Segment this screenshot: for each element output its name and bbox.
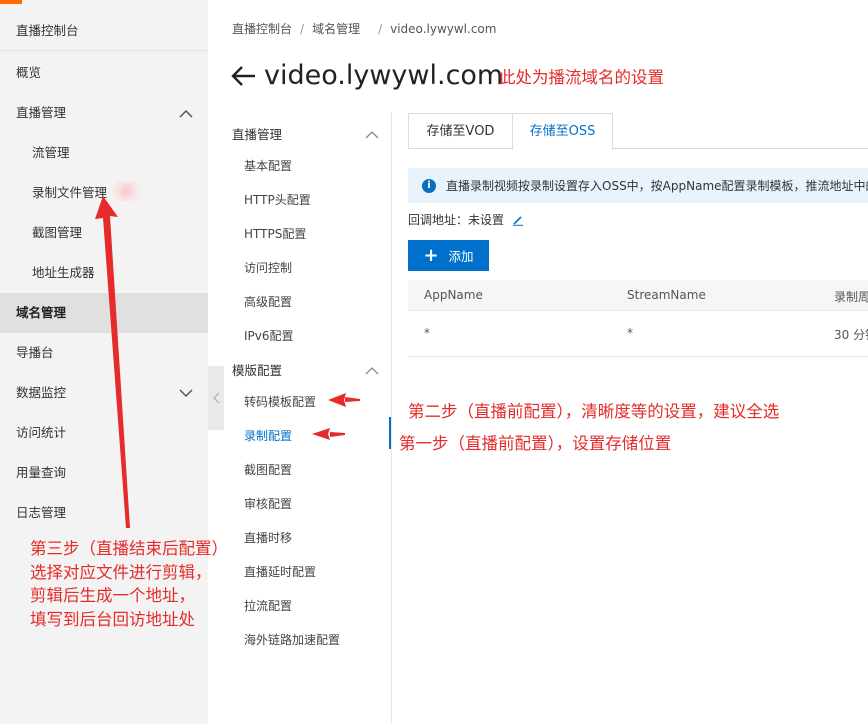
breadcrumb-separator: /	[378, 22, 383, 36]
sidebar-item-access-stats[interactable]: 访问统计	[0, 413, 208, 453]
sidebar-item-stream-management[interactable]: 流管理	[0, 133, 208, 173]
cell-appname: *	[424, 326, 430, 340]
sidebar-item-label: 直播管理	[16, 105, 67, 120]
chevron-up-icon	[178, 93, 194, 133]
step3-line: 选择对应文件进行剪辑，	[30, 562, 212, 582]
config-nav: 直播管理 基本配置 HTTP头配置 HTTPS配置 访问控制 高级配置 IPv6…	[224, 112, 392, 724]
column-header-record-period: 录制周	[834, 290, 868, 304]
nav-item-pull-stream[interactable]: 拉流配置	[244, 597, 292, 614]
brand-bar	[0, 0, 22, 4]
nav-item-review-config[interactable]: 审核配置	[244, 495, 292, 512]
tab-store-oss[interactable]: 存储至OSS	[512, 113, 613, 150]
page-title: video.lywywl.com	[264, 60, 504, 91]
tab-store-vod[interactable]: 存储至VOD	[408, 113, 513, 149]
pencil-icon[interactable]	[512, 214, 524, 226]
column-header-streamname: StreamName	[627, 288, 706, 302]
title-annotation: 此处为播流域名的设置	[499, 68, 664, 87]
nav-item-access-control[interactable]: 访问控制	[244, 259, 292, 276]
step3-line: 第三步（直播结束后配置）	[30, 539, 228, 558]
nav-item-overseas-acceleration[interactable]: 海外链路加速配置	[244, 631, 340, 648]
nav-item-http-header[interactable]: HTTP头配置	[244, 191, 311, 208]
table-header: AppName StreamName 录制周	[408, 280, 868, 311]
cell-record-period: 30 分钟	[834, 328, 868, 342]
sidebar-item-overview[interactable]: 概览	[0, 53, 208, 93]
callback-label: 回调地址：	[408, 213, 469, 227]
sidebar-item-address-generator[interactable]: 地址生成器	[0, 253, 208, 293]
info-icon: i	[422, 178, 436, 193]
nav-item-snapshot-config[interactable]: 截图配置	[244, 461, 292, 478]
nav-group-template-config[interactable]: 模版配置	[232, 360, 282, 379]
sidebar-item-live-management[interactable]: 直播管理	[0, 93, 208, 133]
breadcrumb-separator: /	[300, 22, 305, 36]
nav-item-advanced[interactable]: 高级配置	[244, 293, 292, 310]
sidebar-item-recording-files[interactable]: 录制文件管理	[0, 173, 208, 213]
sidebar-item-data-monitoring[interactable]: 数据监控	[0, 373, 208, 413]
active-nav-marker	[389, 417, 391, 449]
sidebar-title[interactable]: 直播控制台	[0, 11, 208, 51]
callback-value: 未设置	[468, 213, 505, 227]
step2-annotation: 第二步（直播前配置），清晰度等的设置，建议全选	[408, 402, 780, 421]
nav-item-basic-config[interactable]: 基本配置	[244, 157, 292, 174]
chevron-up-icon[interactable]	[365, 124, 379, 139]
nav-item-delay-config[interactable]: 直播延时配置	[244, 563, 316, 580]
nav-item-time-shift[interactable]: 直播时移	[244, 529, 292, 546]
sidebar-item-domain-management[interactable]: 域名管理	[0, 293, 208, 333]
cell-streamname: *	[627, 326, 633, 340]
nav-item-recording-config[interactable]: 录制配置	[244, 427, 292, 444]
sidebar-item-director[interactable]: 导播台	[0, 333, 208, 373]
add-button[interactable]: + 添加	[408, 240, 489, 271]
step3-line: 剪辑后生成一个地址，	[30, 586, 195, 605]
nav-item-transcode-template[interactable]: 转码模板配置	[244, 393, 316, 410]
sidebar-item-usage-query[interactable]: 用量查询	[0, 453, 208, 493]
chevron-down-icon	[178, 373, 194, 413]
sidebar-collapse-toggle[interactable]	[208, 366, 224, 430]
add-button-label: 添加	[448, 249, 474, 264]
step1-annotation: 第一步（直播前配置），设置存储位置	[399, 434, 672, 453]
chevron-up-icon[interactable]	[365, 360, 379, 375]
column-header-appname: AppName	[424, 288, 483, 302]
step3-annotation: 第三步（直播结束后配置） 选择对应文件进行剪辑， 剪辑后生成一个地址， 填写到后…	[30, 537, 228, 631]
breadcrumb-item-console[interactable]: 直播控制台	[232, 20, 292, 37]
table-row: * * 30 分钟	[408, 311, 868, 357]
sidebar-item-log-management[interactable]: 日志管理	[0, 493, 208, 533]
plus-icon: +	[423, 244, 439, 266]
sidebar-item-snapshot-management[interactable]: 截图管理	[0, 213, 208, 253]
page-title-row: video.lywywl.com	[230, 60, 503, 91]
blurred-mark	[108, 181, 144, 201]
nav-group-live-management[interactable]: 直播管理	[232, 124, 282, 143]
chevron-left-icon	[212, 389, 220, 408]
step3-line: 填写到后台回访地址处	[30, 609, 195, 629]
breadcrumb: 直播控制台 / 域名管理 / video.lywywl.com	[232, 20, 496, 37]
callback-address: 回调地址： 未设置	[408, 211, 524, 228]
breadcrumb-item-domain-management[interactable]: 域名管理	[312, 20, 360, 37]
breadcrumb-item-current-domain: video.lywywl.com	[390, 22, 497, 36]
notice-text: 直播录制视频按录制设置存入OSS中，按AppName配置录制模板，推流地址中的	[446, 179, 868, 193]
nav-item-https[interactable]: HTTPS配置	[244, 225, 306, 242]
storage-tabs: 存储至VOD 存储至OSS	[408, 113, 868, 150]
arrow-left-icon[interactable]	[230, 61, 260, 91]
nav-item-ipv6[interactable]: IPv6配置	[244, 327, 294, 344]
info-notice: i 直播录制视频按录制设置存入OSS中，按AppName配置录制模板，推流地址中…	[408, 168, 868, 203]
sidebar-item-label: 数据监控	[16, 385, 67, 400]
